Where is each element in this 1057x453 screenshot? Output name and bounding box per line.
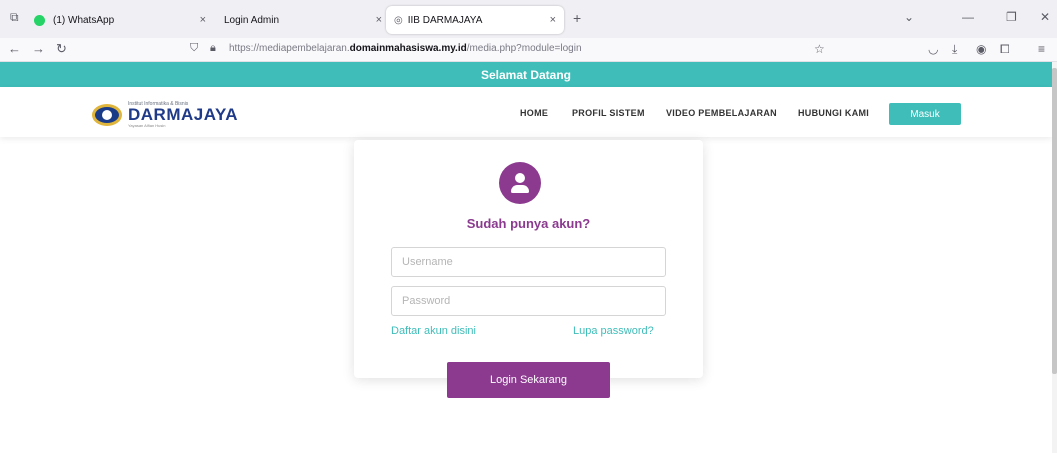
tab-title: IIB DARMAJAYA	[407, 14, 483, 26]
password-input[interactable]	[391, 286, 666, 316]
forward-icon[interactable]: →	[32, 41, 45, 56]
extensions-icon[interactable]: ⧠	[1000, 42, 1010, 57]
nav-profil-sistem[interactable]: PROFIL SISTEM	[572, 108, 645, 118]
close-tab-icon[interactable]: ×	[376, 14, 382, 26]
nav-video-pembelajaran[interactable]: VIDEO PEMBELAJARAN	[666, 108, 777, 118]
back-icon[interactable]: ←	[8, 41, 21, 56]
darmajaya-emblem-icon	[92, 103, 122, 126]
login-heading: Sudah punya akun?	[466, 216, 591, 231]
menu-icon[interactable]: ≡	[1038, 42, 1045, 56]
close-tab-icon[interactable]: ×	[200, 14, 206, 26]
username-input[interactable]	[391, 247, 666, 277]
nav-hubungi-kami[interactable]: HUBUNGI KAMI	[798, 108, 869, 118]
close-window-icon[interactable]: ✕	[1040, 10, 1050, 24]
url-suffix: /media.php?module=login	[466, 43, 582, 54]
shield-icon[interactable]: ⛉	[190, 42, 198, 55]
minimize-icon[interactable]: —	[962, 10, 974, 24]
whatsapp-icon	[34, 14, 45, 26]
tab-iib-darmajaya[interactable]: ◎ IIB DARMAJAYA ×	[386, 6, 564, 34]
close-tab-icon[interactable]: ×	[550, 14, 556, 26]
list-all-tabs-icon[interactable]: ⌄	[904, 10, 914, 24]
url-field[interactable]: https://mediapembelajaran.domainmahasisw…	[229, 43, 582, 54]
navigation-toolbar: ← → ↻ ⛉ 🔒︎ https://mediapembelajaran.dom…	[0, 38, 1057, 62]
logo-main-text: DARMAJAYA	[128, 105, 238, 124]
login-submit-button[interactable]: Login Sekarang	[447, 362, 610, 398]
new-tab-button[interactable]: +	[573, 10, 581, 26]
download-icon[interactable]: ⤓	[952, 42, 957, 57]
tab-overview-icon[interactable]: ⧉	[10, 10, 19, 25]
site-logo[interactable]: Institut Informatika & Bisnis DARMAJAYA …	[92, 101, 238, 128]
url-prefix: https://mediapembelajaran.	[229, 43, 350, 54]
scrollbar-thumb[interactable]	[1052, 68, 1057, 374]
bookmark-star-icon[interactable]: ☆	[814, 42, 825, 56]
tab-login-admin[interactable]: Login Admin ×	[210, 6, 390, 34]
nav-home[interactable]: HOME	[520, 108, 548, 118]
account-icon[interactable]: ◉	[976, 42, 986, 56]
welcome-bar: Selamat Datang	[0, 62, 1052, 87]
site-icon: ◎	[394, 14, 403, 26]
masuk-button[interactable]: Masuk	[889, 103, 961, 125]
forgot-password-link[interactable]: Lupa password?	[573, 325, 654, 337]
site-navbar: Institut Informatika & Bisnis DARMAJAYA …	[0, 87, 1052, 137]
lock-icon[interactable]: 🔒︎	[210, 42, 216, 55]
pocket-icon[interactable]: ◡	[928, 42, 938, 56]
tab-whatsapp[interactable]: (1) WhatsApp ×	[34, 6, 214, 34]
url-domain: domainmahasiswa.my.id	[349, 43, 467, 54]
register-link[interactable]: Daftar akun disini	[391, 325, 476, 337]
tab-title: (1) WhatsApp	[53, 14, 115, 26]
tab-title: Login Admin	[224, 14, 280, 26]
reload-icon[interactable]: ↻	[56, 41, 67, 57]
user-icon	[499, 162, 541, 204]
browser-tab-bar: ⧉ (1) WhatsApp × Login Admin × ◎ IIB DAR…	[0, 0, 1057, 38]
restore-icon[interactable]: ❐	[1006, 10, 1017, 24]
